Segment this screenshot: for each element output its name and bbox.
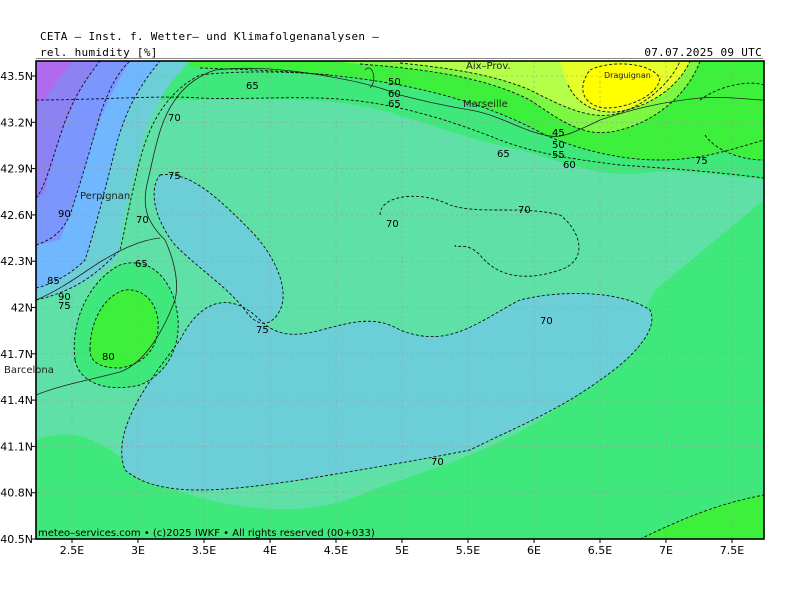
x-tick-label: 7.5E bbox=[720, 544, 744, 557]
y-tick-label: 42N bbox=[11, 302, 33, 315]
contour-label: 70 bbox=[136, 215, 149, 226]
contour-label: 75 bbox=[168, 171, 181, 182]
y-tick-label: 41.1N bbox=[0, 440, 33, 453]
contour-label: 70 bbox=[518, 205, 531, 216]
contour-label: 65 bbox=[246, 81, 259, 92]
y-tick-label: 40.8N bbox=[0, 487, 33, 500]
contour-label: 45 bbox=[552, 128, 565, 139]
y-tick-label: 43.5N bbox=[0, 70, 33, 83]
y-tick-label: 42.3N bbox=[0, 255, 33, 268]
humidity-map: 50 60 65 65 70 75 90 70 65 85 90 75 80 7… bbox=[0, 60, 765, 557]
contour-label: 70 bbox=[386, 219, 399, 230]
x-tick-label: 3.5E bbox=[192, 544, 216, 557]
y-tick-label: 42.6N bbox=[0, 209, 33, 222]
place-label: Draguignan bbox=[604, 71, 651, 80]
contour-label: 75 bbox=[695, 156, 708, 167]
contour-label: 90 bbox=[58, 209, 71, 220]
contour-label: 85 bbox=[47, 276, 60, 287]
x-tick-label: 2.5E bbox=[60, 544, 84, 557]
place-label: Perpignan bbox=[80, 191, 130, 202]
contour-label: 75 bbox=[256, 325, 269, 336]
contour-label: 70 bbox=[540, 316, 553, 327]
y-tick-label: 43.2N bbox=[0, 116, 33, 129]
x-tick-label: 6E bbox=[527, 544, 541, 557]
x-tick-label: 5E bbox=[395, 544, 409, 557]
x-tick-label: 5.5E bbox=[456, 544, 480, 557]
place-label: Marseille bbox=[463, 99, 508, 110]
x-tick-label: 3E bbox=[131, 544, 145, 557]
x-tick-label: 4.5E bbox=[324, 544, 348, 557]
x-axis: 2.5E 3E 3.5E 4E 4.5E 5E 5.5E 6E 6.5E 7E 7.5E bbox=[60, 539, 744, 557]
place-label: Barcelona bbox=[4, 365, 54, 376]
contour-label: 80 bbox=[102, 352, 115, 363]
y-tick-label: 42.9N bbox=[0, 163, 33, 176]
contour-label: 65 bbox=[135, 259, 148, 270]
contour-label: 70 bbox=[168, 113, 181, 124]
y-tick-label: 41.7N bbox=[0, 348, 33, 361]
contour-label: 70 bbox=[431, 457, 444, 468]
contour-label: 65 bbox=[388, 99, 401, 110]
contour-label: 50 bbox=[388, 77, 401, 88]
place-label: Aix–Prov. bbox=[466, 61, 511, 72]
contour-label: 65 bbox=[497, 149, 510, 160]
y-axis: 43.5N 43.2N 42.9N 42.6N 42.3N 42N 41.7N 41.4N 41… bbox=[0, 70, 36, 546]
y-tick-label: 40.5N bbox=[0, 533, 33, 546]
x-tick-label: 7E bbox=[659, 544, 673, 557]
y-tick-label: 41.4N bbox=[0, 394, 33, 407]
copyright-footer: meteo–services.com • (c)2025 IWKF • All … bbox=[38, 528, 375, 539]
x-tick-label: 6.5E bbox=[588, 544, 612, 557]
contour-label: 60 bbox=[563, 160, 576, 171]
contour-label: 75 bbox=[58, 301, 71, 312]
x-tick-label: 4E bbox=[263, 544, 277, 557]
